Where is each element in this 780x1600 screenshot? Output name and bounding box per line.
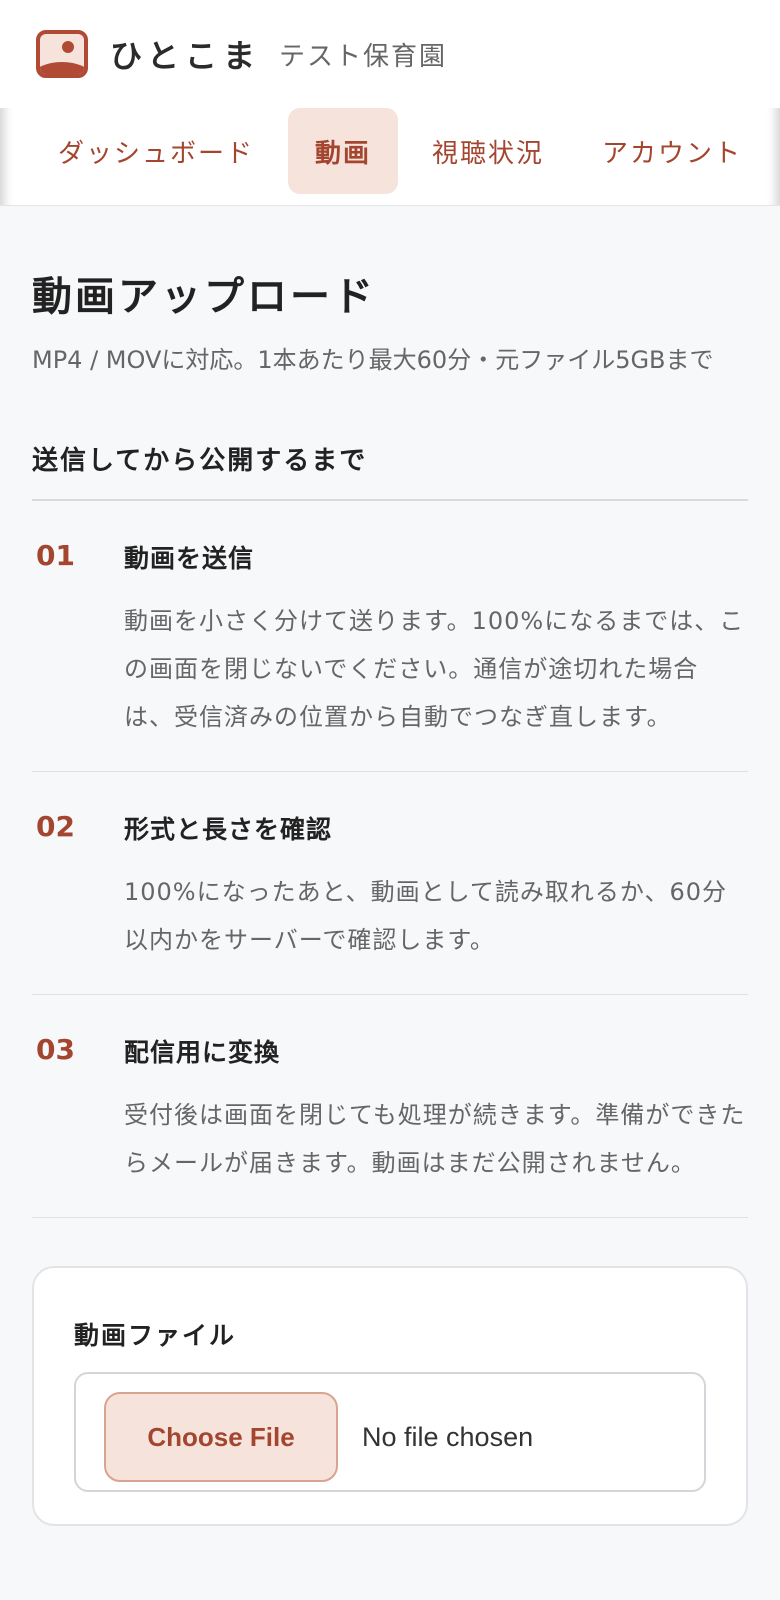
page-title: 動画アップロード (32, 274, 376, 320)
step-text: 動画を小さく分けて送ります。100%になるまでは、この画面を閉じないでください。… (124, 607, 745, 731)
app-header: ひとこま テスト保育園 (0, 0, 780, 108)
page-description: MP4 / MOVに対応。1本あたり最大60分・元ファイル5GBまで (32, 346, 714, 374)
org-name: テスト保育園 (279, 41, 448, 72)
step-title: 動画を送信 (124, 544, 255, 573)
step-item: 02 形式と長さを確認 100%になったあと、動画として読み取れるか、60分以内… (32, 772, 748, 995)
main-content: 動画アップロード MP4 / MOVに対応。1本あたり最大60分・元ファイル5G… (0, 264, 780, 1526)
upload-card: 動画ファイル Choose File No file chosen (32, 1266, 748, 1526)
step-text: 受付後は画面を閉じても処理が続きます。準備ができたらメールが届きます。動画はまだ… (124, 1101, 746, 1177)
step-title: 配信用に変換 (124, 1038, 281, 1067)
choose-file-button[interactable]: Choose File (104, 1392, 338, 1482)
video-file-input[interactable]: Choose File No file chosen (74, 1372, 706, 1492)
step-item: 01 動画を送信 動画を小さく分けて送ります。100%になるまでは、この画面を閉… (32, 501, 748, 772)
app-name: ひとこま (110, 37, 262, 75)
photo-logo-icon (36, 30, 88, 78)
tab-videos[interactable]: 動画 (288, 108, 398, 194)
flow-section-title: 送信してから公開するまで (32, 440, 748, 501)
step-title: 形式と長さを確認 (124, 815, 333, 844)
step-number: 01 (36, 539, 75, 572)
step-item: 03 配信用に変換 受付後は画面を閉じても処理が続きます。準備ができたらメールが… (32, 995, 748, 1218)
tab-dashboard[interactable]: ダッシュボード (44, 108, 268, 194)
step-number: 03 (36, 1033, 75, 1066)
file-status-text: No file chosen (362, 1422, 534, 1452)
video-file-label: 動画ファイル (74, 1321, 237, 1350)
step-number: 02 (36, 810, 75, 843)
step-text: 100%になったあと、動画として読み取れるか、60分以内かをサーバーで確認します… (124, 878, 727, 954)
tab-account[interactable]: アカウント (596, 108, 748, 194)
main-nav: ダッシュボード 動画 視聴状況 アカウント (0, 108, 780, 206)
tab-viewing-status[interactable]: 視聴状況 (418, 108, 558, 194)
